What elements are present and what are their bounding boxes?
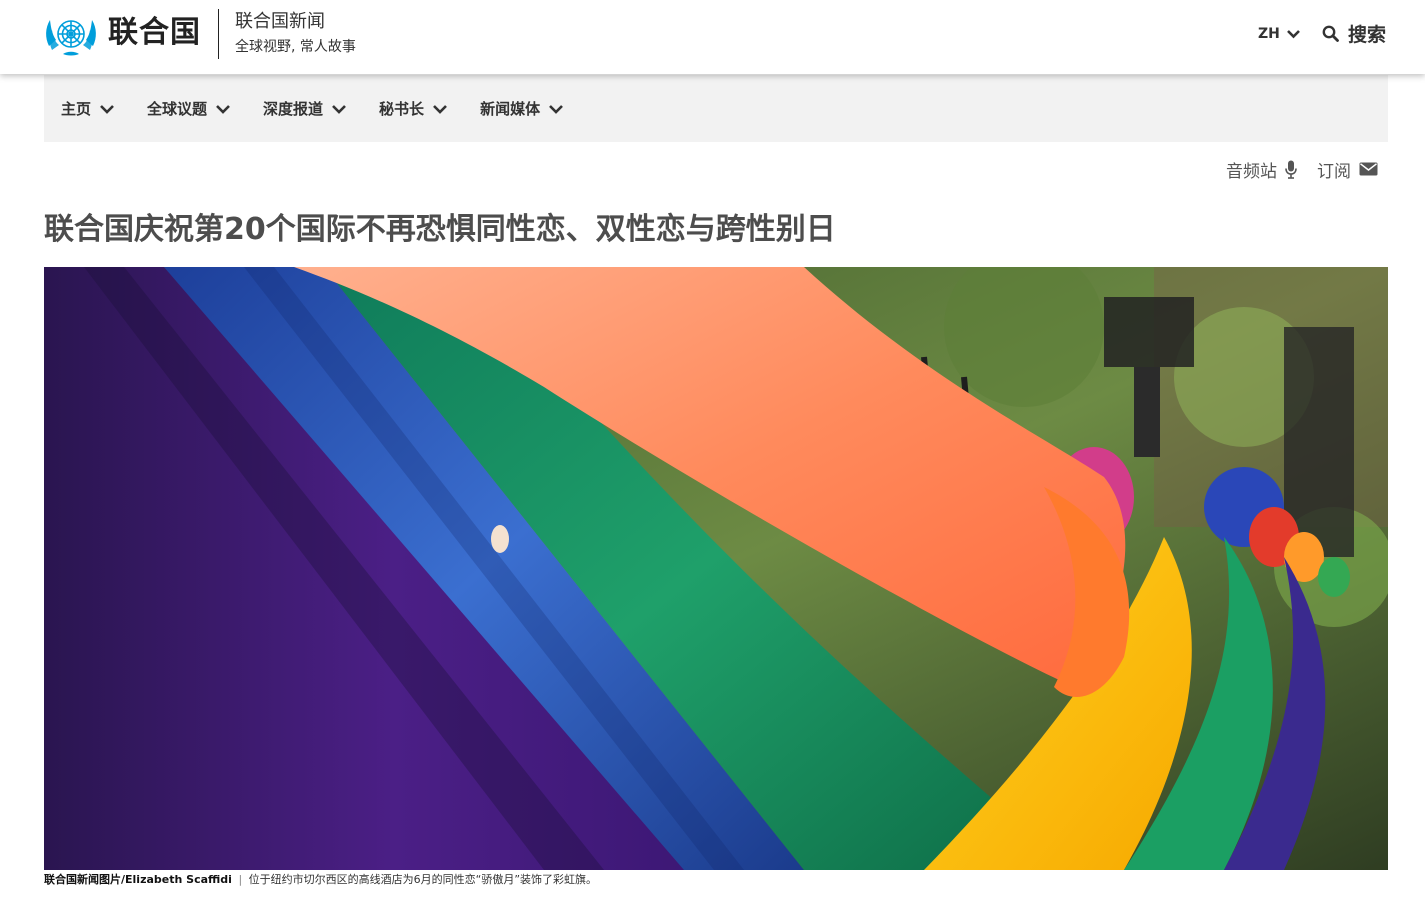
- nav-item-label: 秘书长: [379, 100, 425, 118]
- main-navigation: 主页 全球议题 深度报道 秘书长 新闻媒体: [44, 75, 1388, 142]
- nav-item-secretary-general[interactable]: 秘书长: [379, 98, 448, 119]
- image-credit: 联合国新闻图片/Elizabeth Scaffidi: [44, 873, 232, 886]
- subscribe-label: 订阅: [1317, 161, 1351, 182]
- chevron-down-icon: [332, 104, 346, 114]
- nav-item-news-media[interactable]: 新闻媒体: [480, 98, 564, 119]
- language-switcher[interactable]: ZH: [1258, 22, 1301, 46]
- nav-item-label: 全球议题: [147, 100, 208, 118]
- site-tagline: 全球视野, 常人故事: [235, 39, 356, 55]
- rainbow-flag-photo: [44, 267, 1388, 870]
- caption-separator: |: [238, 873, 243, 886]
- search-button[interactable]: 搜索: [1322, 19, 1386, 47]
- nav-item-in-depth[interactable]: 深度报道: [263, 98, 347, 119]
- nav-item-global-issues[interactable]: 全球议题: [147, 98, 231, 119]
- search-label: 搜索: [1348, 23, 1387, 46]
- article-headline: 联合国庆祝第20个国际不再恐惧同性恋、双性恋与跨性别日: [44, 212, 836, 247]
- site-title[interactable]: 联合国新闻: [235, 10, 325, 34]
- un-emblem-icon: [46, 20, 96, 56]
- nav-item-label: 主页: [61, 100, 92, 118]
- article-hero-image: [44, 267, 1388, 870]
- chevron-down-icon: [216, 104, 230, 114]
- language-label: ZH: [1258, 26, 1280, 42]
- logo-divider: [218, 9, 219, 59]
- audio-hub-link[interactable]: 音频站: [1226, 157, 1297, 182]
- subscribe-link[interactable]: 订阅: [1317, 157, 1378, 182]
- nav-item-home[interactable]: 主页: [61, 98, 115, 119]
- chevron-down-icon: [1286, 30, 1300, 39]
- image-caption-text: 位于纽约市切尔西区的高线酒店为6月的同性恋“骄傲月”装饰了彩虹旗。: [248, 873, 598, 886]
- search-icon: [1322, 25, 1339, 42]
- nav-item-label: 深度报道: [263, 100, 324, 118]
- image-caption: 联合国新闻图片/Elizabeth Scaffidi | 位于纽约市切尔西区的高…: [44, 873, 597, 887]
- nav-item-label: 新闻媒体: [480, 100, 541, 118]
- envelope-icon: [1359, 162, 1378, 176]
- microphone-icon: [1285, 160, 1297, 179]
- chevron-down-icon: [100, 104, 114, 114]
- chevron-down-icon: [433, 104, 447, 114]
- un-logo-text: 联合国: [108, 15, 201, 50]
- site-header: 联合国 联合国新闻 全球视野, 常人故事 ZH 搜索: [0, 0, 1425, 74]
- chevron-down-icon: [549, 104, 563, 114]
- audio-hub-label: 音频站: [1226, 161, 1277, 182]
